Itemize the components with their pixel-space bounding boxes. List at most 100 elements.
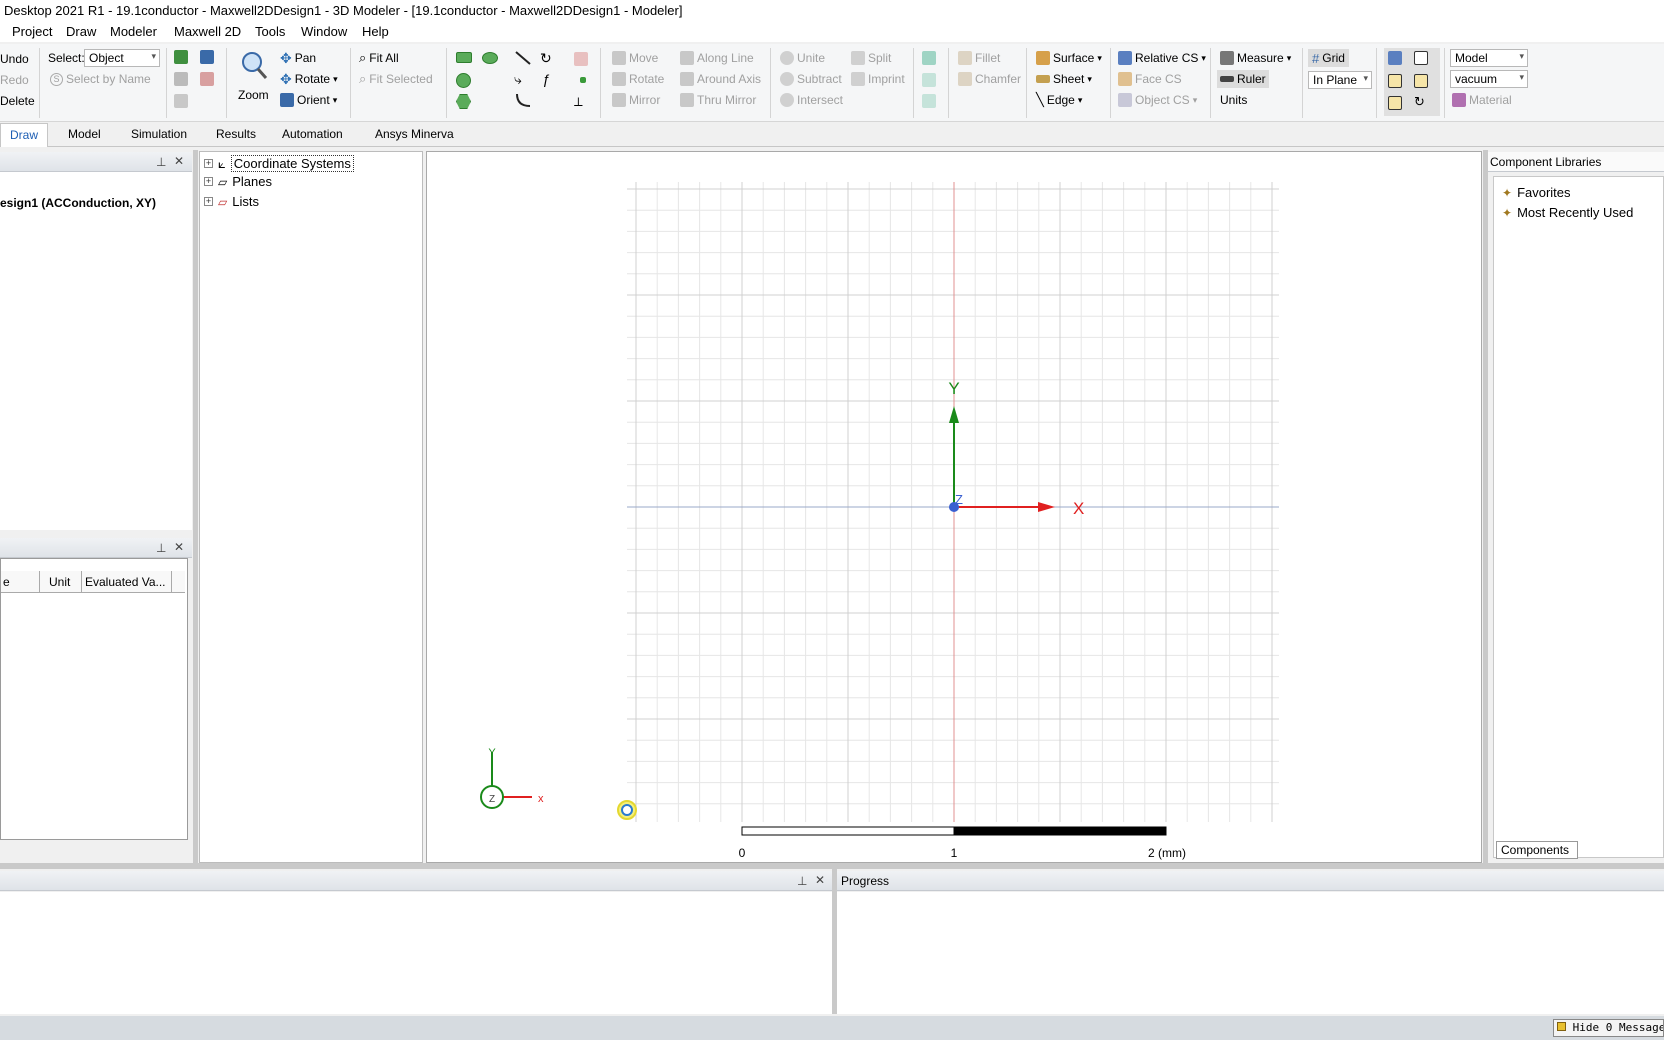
- split-button[interactable]: Split: [851, 49, 891, 67]
- sweep-axis-icon[interactable]: [922, 73, 936, 87]
- close-icon[interactable]: ✕: [815, 873, 825, 887]
- model-dropdown[interactable]: Model: [1450, 49, 1528, 67]
- snap-edge-icon[interactable]: [1388, 74, 1402, 88]
- components-tab[interactable]: Components: [1496, 841, 1578, 859]
- draw-ellipse-icon[interactable]: [482, 52, 498, 64]
- menu-tools[interactable]: Tools: [255, 24, 285, 39]
- rotate-button[interactable]: ✥ Rotate ▾: [280, 70, 338, 88]
- sweep-vector-icon[interactable]: [922, 94, 936, 108]
- draw-point-icon[interactable]: [580, 77, 586, 83]
- vertical-splitter[interactable]: [193, 150, 198, 863]
- duplicate-along-line-button[interactable]: Along Line: [680, 49, 754, 67]
- select-by-name-button[interactable]: S Select by Name: [50, 70, 151, 88]
- draw-line-icon[interactable]: [514, 50, 532, 69]
- sweep-icon[interactable]: [922, 51, 936, 65]
- tree-item-lists[interactable]: + ▱ Lists: [204, 194, 259, 209]
- intersect-button[interactable]: Intersect: [780, 91, 843, 109]
- pin-icon[interactable]: ⊥: [156, 541, 166, 555]
- units-button[interactable]: Units: [1220, 91, 1247, 109]
- menu-window[interactable]: Window: [301, 24, 347, 39]
- modeler-viewport[interactable]: Y X Z Y x Z 0 1 2 (mm): [426, 151, 1482, 863]
- duplicate-thru-mirror-button[interactable]: Thru Mirror: [680, 91, 756, 109]
- chamfer-button[interactable]: Chamfer: [958, 70, 1021, 88]
- grid-toggle[interactable]: # Grid: [1308, 49, 1349, 67]
- fit-all-button[interactable]: ⌕ Fit All: [359, 49, 399, 67]
- snap-face-icon[interactable]: [1414, 74, 1428, 88]
- column-name[interactable]: e: [3, 575, 10, 589]
- show-object-icon[interactable]: [174, 50, 188, 64]
- snap-center-icon[interactable]: [1388, 96, 1402, 110]
- pin-icon[interactable]: ⊥: [797, 874, 807, 888]
- pan-button[interactable]: ✥ Pan: [280, 49, 316, 67]
- snap-quadrant-icon[interactable]: ↻: [1414, 94, 1425, 110]
- menu-modeler[interactable]: Modeler: [110, 24, 157, 39]
- face-cs-button[interactable]: Face CS: [1118, 70, 1182, 88]
- design-tree-item[interactable]: esign1 (ACConduction, XY): [0, 196, 156, 210]
- menu-maxwell-2d[interactable]: Maxwell 2D: [174, 24, 241, 39]
- draw-plane-icon[interactable]: ⟂: [574, 94, 583, 110]
- expand-icon[interactable]: +: [204, 197, 213, 206]
- subtract-button[interactable]: Subtract: [780, 70, 842, 88]
- tab-simulation[interactable]: Simulation: [131, 127, 187, 141]
- rotate-object-button[interactable]: Rotate: [612, 70, 664, 88]
- vertical-splitter[interactable]: [1483, 150, 1488, 863]
- show-all-icon[interactable]: [200, 50, 214, 64]
- measure-dropdown[interactable]: Measure ▾: [1220, 49, 1291, 67]
- draw-spline-icon[interactable]: ⤷: [514, 71, 522, 88]
- expand-icon[interactable]: +: [204, 159, 213, 168]
- surface-dropdown[interactable]: Surface ▾: [1036, 49, 1102, 67]
- sheet-dropdown[interactable]: Sheet ▾: [1036, 70, 1092, 88]
- fit-selected-button[interactable]: ⌕ Fit Selected: [359, 70, 433, 88]
- tab-ansys-minerva[interactable]: Ansys Minerva: [375, 127, 454, 141]
- tab-automation[interactable]: Automation: [282, 127, 343, 141]
- delete-button[interactable]: Delete: [0, 92, 35, 110]
- mirror-button[interactable]: Mirror: [612, 91, 660, 109]
- orient-button[interactable]: Orient ▾: [280, 91, 337, 109]
- menu-project[interactable]: Project: [12, 24, 52, 39]
- hide-object-icon[interactable]: [174, 72, 188, 86]
- tree-item-planes[interactable]: + ▱ Planes: [204, 174, 272, 189]
- close-icon[interactable]: ✕: [174, 154, 184, 168]
- move-button[interactable]: Move: [612, 49, 658, 67]
- imprint-button[interactable]: Imprint: [851, 70, 905, 88]
- material-dropdown[interactable]: vacuum: [1450, 70, 1528, 88]
- redo-button[interactable]: Redo: [0, 71, 29, 89]
- hide-all-icon[interactable]: [200, 72, 214, 86]
- snap-grid-icon[interactable]: [1388, 51, 1402, 65]
- zoom-button[interactable]: Zoom: [238, 86, 269, 104]
- menu-draw[interactable]: Draw: [66, 24, 96, 39]
- material-button[interactable]: Material: [1452, 91, 1512, 109]
- undo-button[interactable]: Undo: [0, 50, 29, 68]
- draw-arc-icon[interactable]: ↻: [540, 50, 552, 67]
- draw-equation-curve-icon[interactable]: ƒ: [542, 71, 550, 87]
- tab-draw[interactable]: Draw: [0, 123, 48, 147]
- edge-dropdown[interactable]: ╲ Edge ▾: [1036, 91, 1082, 109]
- grid-plane-dropdown[interactable]: In Plane: [1308, 71, 1372, 89]
- column-unit[interactable]: Unit: [49, 575, 70, 589]
- tree-item-coordinate-systems[interactable]: + ⟀ Coordinate Systems: [204, 155, 354, 172]
- expand-icon[interactable]: +: [204, 177, 213, 186]
- tab-results[interactable]: Results: [216, 127, 256, 141]
- duplicate-around-axis-button[interactable]: Around Axis: [680, 70, 761, 88]
- draw-circle-icon[interactable]: [456, 73, 471, 88]
- hide-messages-button[interactable]: Hide 0 Messages: [1553, 1019, 1664, 1037]
- menu-help[interactable]: Help: [362, 24, 389, 39]
- visibility-icon[interactable]: [174, 94, 188, 108]
- unite-button[interactable]: Unite: [780, 49, 825, 67]
- draw-center-arc-icon[interactable]: [514, 92, 532, 111]
- draw-rectangle-icon[interactable]: [456, 52, 472, 63]
- ruler-toggle[interactable]: Ruler: [1217, 70, 1269, 88]
- column-evaluated-value[interactable]: Evaluated Va...: [85, 575, 166, 589]
- close-icon[interactable]: ✕: [174, 540, 184, 554]
- relative-cs-dropdown[interactable]: Relative CS ▾: [1118, 49, 1206, 67]
- select-mode-dropdown[interactable]: Object: [84, 49, 160, 67]
- zoom-magnifier-icon[interactable]: [240, 50, 268, 79]
- library-item-favorites[interactable]: ✦ Favorites: [1502, 185, 1571, 200]
- object-cs-dropdown[interactable]: Object CS ▾: [1118, 91, 1197, 109]
- draw-box-icon[interactable]: [574, 52, 588, 66]
- fillet-button[interactable]: Fillet: [958, 49, 1000, 67]
- draw-polygon-icon[interactable]: [456, 94, 471, 109]
- pin-icon[interactable]: ⊥: [156, 155, 166, 169]
- snap-vertex-icon[interactable]: [1414, 51, 1428, 65]
- library-item-most-recently-used[interactable]: ✦ Most Recently Used: [1502, 205, 1633, 220]
